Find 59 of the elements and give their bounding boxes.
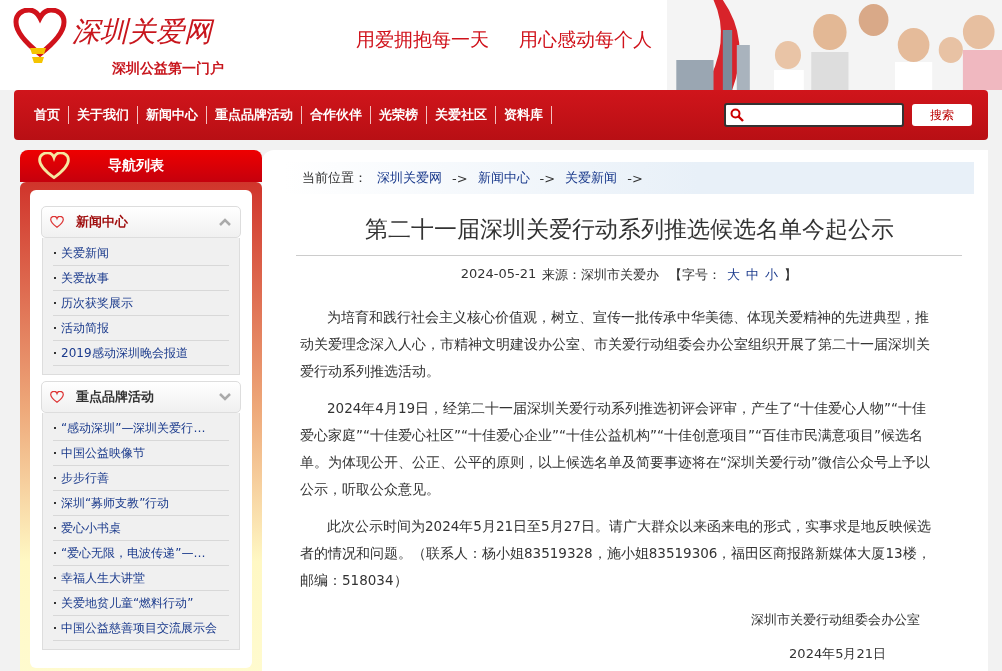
category-header[interactable]: 重点品牌活动 [41,381,241,413]
sidebar-link[interactable]: 深圳“募师支教”行动 [53,491,229,516]
chevron-icon [218,392,232,402]
article-paragraph: 为培育和践行社会主义核心价值观，树立、宣传一批传承中华美德、体现关爱精神的先进典型，推动关爱理念深入人心，市精神文明建设办公室、市关爱行动组委会办公室组织开展了第二十一届深圳关爱行动系列推选活动。 [300,308,931,381]
sidebar-link[interactable]: 中国公益映像节 [53,441,229,466]
search-button[interactable]: 搜索 [912,104,972,126]
search-field[interactable] [724,103,904,127]
sidebar-link[interactable]: 步步行善 [53,466,229,491]
font-size-link[interactable]: 中 [746,266,760,284]
font-size-label: 【字号： [668,266,722,284]
article-paragraph: 2024年4月19日，经第二十一届深圳关爱行动系列推选初评会评审，产生了“十佳爱心人物”“十佳爱心家庭”“十佳爱心社区”“十佳爱心企业”“十佳公益机构”“十佳创意项目”“百佳市民满意项目”候选名单。为体现公开、公正、公平的原则，以上候选名单及简要事迹将在“深圳关爱行动”微信公众号上予以公示，听取公众意见。 [300,399,931,499]
nav-link[interactable]: 关于我们 [69,106,138,124]
breadcrumb-link[interactable]: 新闻中心 [477,169,530,187]
nav-link[interactable]: 重点品牌活动 [207,106,302,124]
breadcrumb-separator: -> [539,170,556,186]
font-size-bracket: 】 [784,266,798,284]
breadcrumb-label: 当前位置： [302,169,367,187]
nav-link[interactable]: 首页 [26,106,69,124]
nav-link[interactable]: 新闻中心 [138,106,207,124]
sidebar-link[interactable]: 爱心小书桌 [53,516,229,541]
article-date: 2024-05-21 [460,266,537,283]
sidebar-link[interactable]: 幸福人生大讲堂 [53,566,229,591]
signed-date: 2024年5月21日 [788,645,886,663]
sidebar-link[interactable]: 2019感动深圳晚会报道 [53,341,229,366]
sidebar-link[interactable]: “爱心无限，电波传递”—… [53,541,229,566]
category-title: 重点品牌活动 [76,388,154,406]
sidebar-link[interactable]: 中国公益慈善项目交流展示会 [53,616,229,641]
breadcrumb-separator: -> [452,170,468,186]
category-title: 新闻中心 [76,213,128,231]
sidebar-title: 导航列表 [108,157,164,175]
sidebar-link[interactable]: “感动深圳”—深圳关爱行… [53,416,229,441]
font-size-link[interactable]: 大 [727,266,741,284]
heart-icon [38,152,70,180]
font-size-link[interactable]: 小 [765,266,779,284]
nav-link[interactable]: 合作伙伴 [302,106,371,124]
breadcrumb-link[interactable]: 深圳关爱网 [377,169,442,187]
slogan: 用爱拥抱每一天 [356,27,489,52]
sidebar-link[interactable]: 关爱地贫儿童“燃料行动” [53,591,229,616]
nav-link[interactable]: 光荣榜 [371,106,427,124]
tagline: 深圳公益第一门户 [112,60,224,78]
article-paragraph: 此次公示时间为2024年5月21日至5月27日。请广大群众以来函来电的形式，实事求是地反映候选者的情况和问题。（联系人：杨小姐83519328，施小姐83519306，福田区商报路新媒体大厦13楼，邮编：518034） [300,517,932,590]
breadcrumb-separator: -> [627,170,643,186]
nav-link[interactable]: 关爱社区 [427,106,496,124]
search-icon [730,108,744,122]
heart-icon [50,391,64,403]
sidebar-link[interactable]: 关爱新闻 [53,241,229,266]
sidebar-link[interactable]: 关爱故事 [53,266,229,291]
nav-link[interactable]: 资料库 [496,106,552,124]
signature: 深圳市关爱行动组委会办公室 [750,611,920,629]
slogan: 用心感动每个人 [519,27,652,52]
breadcrumb-link[interactable]: 关爱新闻 [565,169,618,187]
heart-icon [50,216,64,228]
category-header[interactable]: 新闻中心 [41,206,241,238]
article-source: 来源：深圳市关爱办 [542,266,660,284]
chevron-icon [218,217,232,227]
sidebar-link[interactable]: 历次获奖展示 [53,291,229,316]
article-title: 第二十一届深圳关爱行动系列推选候选名单今起公示 [296,194,962,256]
sidebar-link[interactable]: 活动简报 [53,316,229,341]
site-logo-text: 深圳关爱网 [72,14,215,50]
